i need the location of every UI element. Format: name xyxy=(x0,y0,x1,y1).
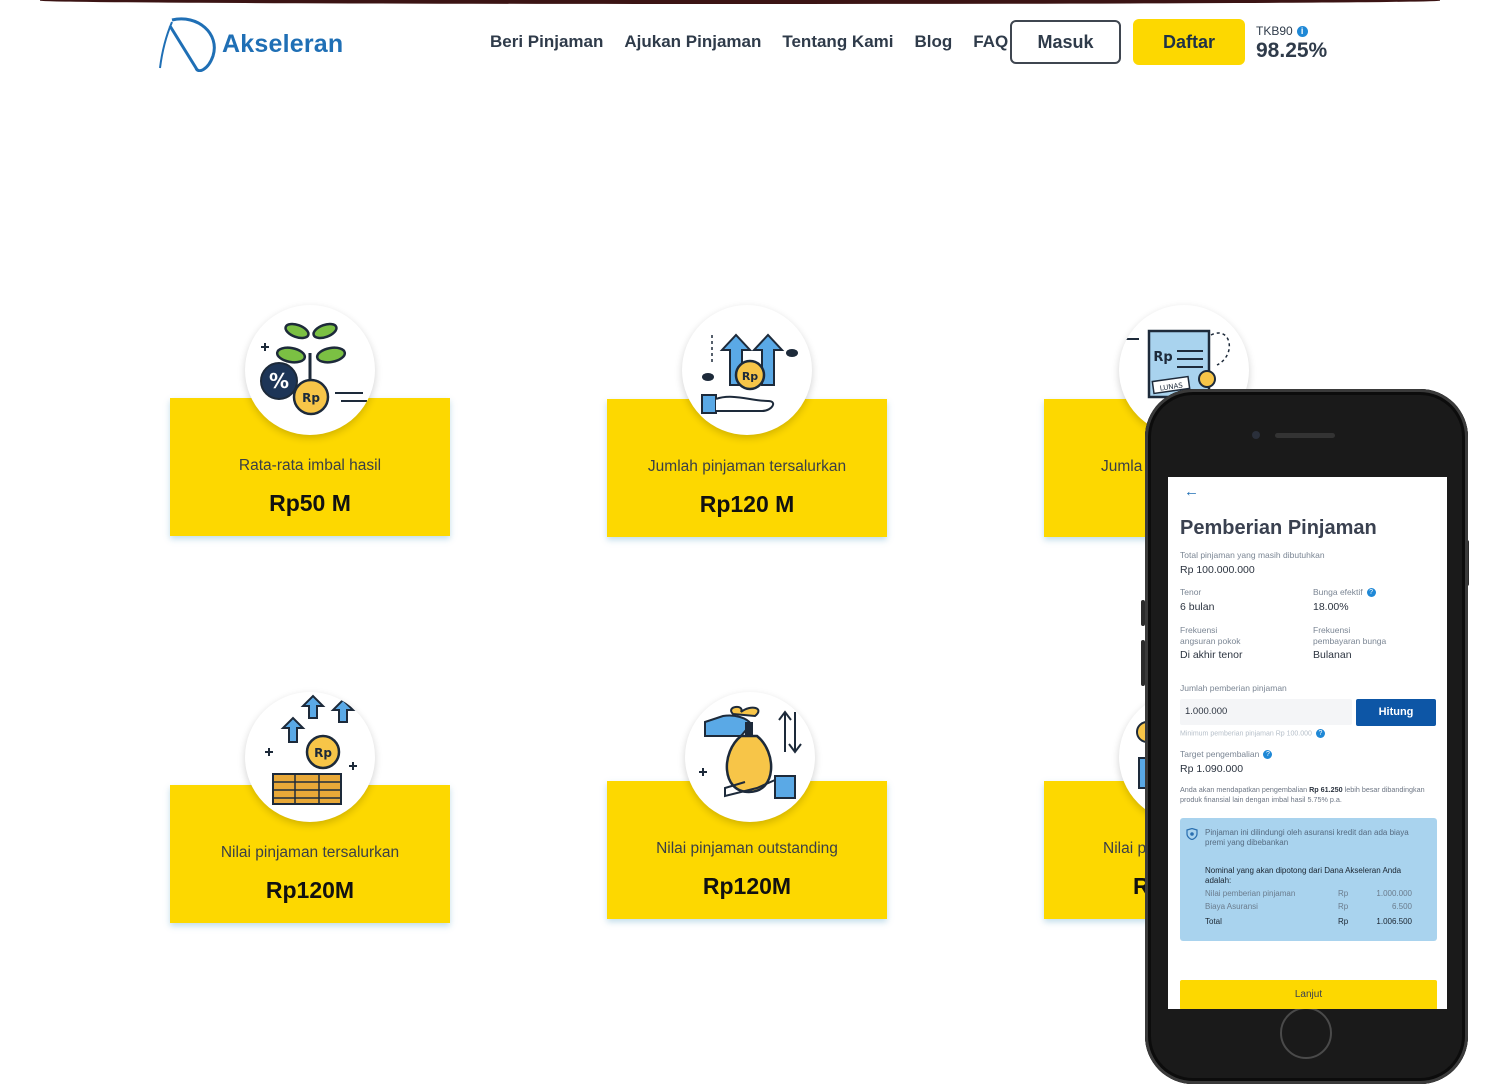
row-currency: Rp xyxy=(1338,917,1349,926)
insurance-text: Pinjaman ini dilindungi oleh asuransi kr… xyxy=(1205,828,1409,847)
return-note: Anda akan mendapatkan pengembalian Rp 61… xyxy=(1180,785,1432,804)
plant-percent-icon: % Rp xyxy=(245,305,375,435)
phone-camera xyxy=(1252,431,1260,439)
hand-money-growth-icon: Rp xyxy=(682,305,812,435)
note-amount: Rp 61.250 xyxy=(1309,785,1343,794)
shield-icon xyxy=(1186,828,1198,840)
akseleran-logo[interactable]: Akseleran xyxy=(158,16,358,72)
stat-label: Nilai pinjaman outstanding xyxy=(656,840,838,857)
logo-text: Akseleran xyxy=(222,30,344,58)
stat-value: Rp50 M xyxy=(269,490,351,516)
row-currency: Rp xyxy=(1338,902,1349,911)
insurance-box: Pinjaman ini dilindungi oleh asuransi kr… xyxy=(1180,818,1437,941)
nav-faq[interactable]: FAQ xyxy=(973,32,1008,52)
svg-text:Rp: Rp xyxy=(314,746,332,760)
deduct-text: Nominal yang akan dipotong dari Dana Aks… xyxy=(1205,866,1402,885)
freq-bunga-value: Bulanan xyxy=(1313,649,1352,661)
hitung-button[interactable]: Hitung xyxy=(1356,699,1436,726)
deduct-row: Biaya Asuransi Rp 6.500 xyxy=(1205,902,1412,911)
minimum-note: Minimum pemberian pinjaman Rp 100.000? xyxy=(1180,729,1325,738)
nav-blog[interactable]: Blog xyxy=(915,32,953,52)
help-icon[interactable]: ? xyxy=(1315,729,1325,738)
screen-title: Pemberian Pinjaman xyxy=(1180,517,1377,539)
row-amount: 1.006.500 xyxy=(1376,917,1412,926)
jumlah-label: Jumlah pemberian pinjaman xyxy=(1180,683,1287,693)
stat-label: Jumlah pinjaman tersalurkan xyxy=(647,458,847,475)
jumlah-input[interactable]: 1.000.000 xyxy=(1180,699,1352,725)
svg-text:Rp: Rp xyxy=(742,370,758,383)
nav-ajukan-pinjaman[interactable]: Ajukan Pinjaman xyxy=(624,32,761,52)
row-currency: Rp xyxy=(1338,889,1349,898)
total-value: Rp 100.000.000 xyxy=(1180,564,1255,576)
target-value: Rp 1.090.000 xyxy=(1180,763,1244,775)
stat-label: Rata-rata imbal hasil xyxy=(238,457,382,474)
target-label: Target pengembalian? xyxy=(1180,749,1273,760)
tenor-value: 6 bulan xyxy=(1180,601,1215,613)
freq-bunga-label-1: Frekuensi xyxy=(1313,625,1351,635)
deduct-row-total: Total Rp 1.006.500 xyxy=(1205,917,1412,926)
svg-text:Rp: Rp xyxy=(1153,350,1172,365)
stat-value: Rp120M xyxy=(702,873,792,899)
minimum-note-text: Minimum pemberian pinjaman Rp 100.000 xyxy=(1180,730,1312,738)
bunga-label-text: Bunga efektif xyxy=(1313,587,1363,597)
freq-pokok-label-1: Frekuensi xyxy=(1180,625,1218,635)
tkb-label: TKB90 xyxy=(1256,24,1293,38)
freq-pokok-value: Di akhir tenor xyxy=(1180,649,1243,661)
help-icon[interactable]: ? xyxy=(1263,750,1273,760)
note-text: Anda akan mendapatkan pengembalian xyxy=(1180,785,1310,794)
stat-label: Nilai pinjaman tersalurkan xyxy=(220,844,400,861)
nav-beri-pinjaman[interactable]: Beri Pinjaman xyxy=(490,32,603,52)
stat-value: Rp120M xyxy=(265,877,355,903)
money-bag-exchange-icon xyxy=(685,692,815,822)
tenor-label: Tenor xyxy=(1180,587,1202,597)
row-label: Total xyxy=(1205,917,1222,926)
register-button[interactable]: Daftar xyxy=(1133,19,1245,65)
main-nav: Beri Pinjaman Ajukan Pinjaman Tentang Ka… xyxy=(490,32,1029,52)
freq-bunga-label-2: pembayaran bunga xyxy=(1313,636,1387,646)
help-icon[interactable]: ? xyxy=(1366,588,1376,598)
target-label-text: Target pengembalian xyxy=(1180,749,1260,759)
row-amount: 6.500 xyxy=(1391,902,1412,911)
bunga-label: Bunga efektif? xyxy=(1313,587,1376,598)
tkb-indicator: TKB90 i 98.25% xyxy=(1256,24,1327,63)
coin-stack-growth-icon: Rp xyxy=(245,692,375,822)
logo-mark-icon xyxy=(159,17,216,72)
svg-text:Rp: Rp xyxy=(302,391,320,405)
nav-tentang-kami[interactable]: Tentang Kami xyxy=(782,32,893,52)
row-label: Biaya Asuransi xyxy=(1205,902,1258,911)
total-label: Total pinjaman yang masih dibutuhkan xyxy=(1180,550,1325,560)
arrow-left-icon[interactable]: ← xyxy=(1184,483,1199,500)
stat-value: Rp120 M xyxy=(699,491,795,517)
login-button[interactable]: Masuk xyxy=(1010,20,1121,64)
phone-speaker xyxy=(1275,433,1335,438)
row-label: Nilai pemberian pinjaman xyxy=(1205,889,1296,898)
phone-home-button xyxy=(1280,1007,1332,1059)
tkb-value: 98.25% xyxy=(1256,39,1328,62)
info-icon[interactable]: i xyxy=(1296,25,1308,37)
freq-pokok-label-2: angsuran pokok xyxy=(1180,636,1241,646)
deduct-row: Nilai pemberian pinjaman Rp 1.000.000 xyxy=(1205,889,1412,898)
lanjut-button[interactable]: Lanjut xyxy=(1180,980,1437,1009)
top-border xyxy=(40,0,1440,4)
phone-screen: ← Pemberian Pinjaman Total pinjaman yang… xyxy=(1168,477,1447,1009)
svg-text:%: % xyxy=(269,369,289,393)
bunga-value: 18.00% xyxy=(1313,601,1349,613)
row-amount: 1.000.000 xyxy=(1376,889,1412,898)
